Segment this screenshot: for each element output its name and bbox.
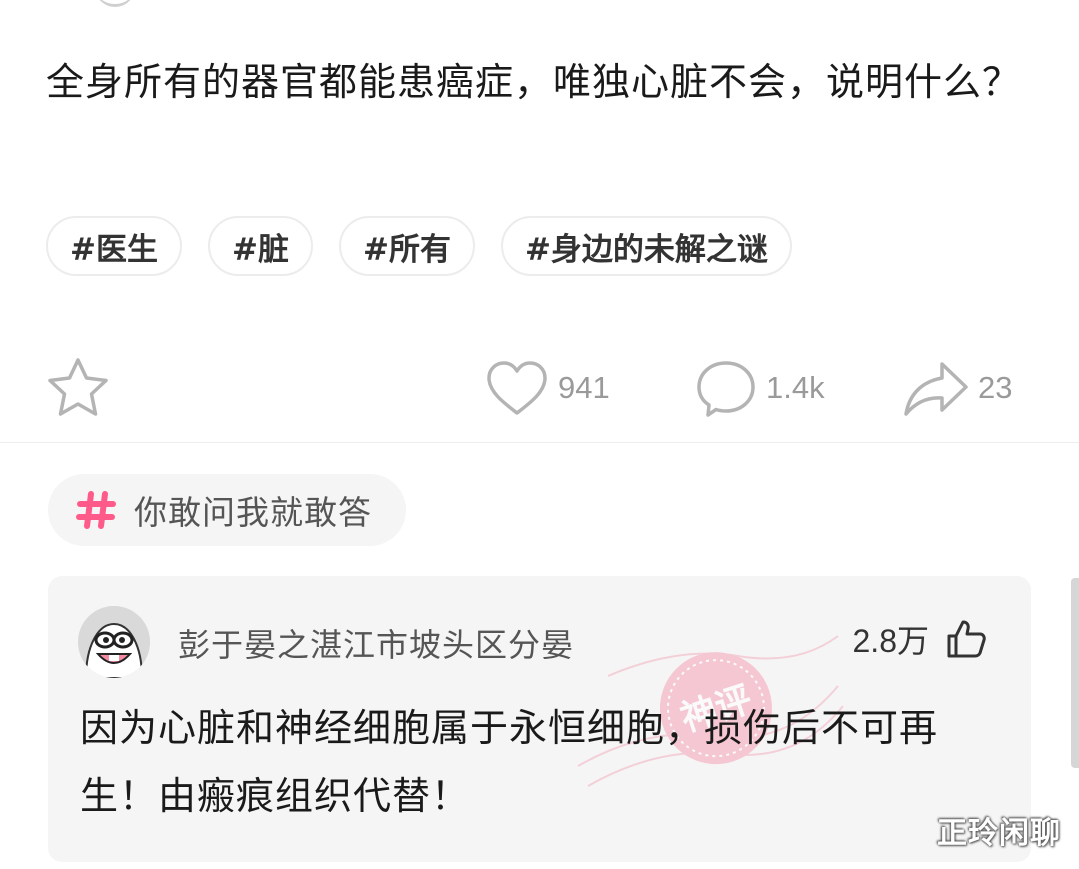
action-bar: 941 1.4k 23 bbox=[0, 352, 1079, 424]
avatar-stub bbox=[95, 0, 135, 7]
comment-icon bbox=[697, 361, 755, 417]
cartoon-face-icon bbox=[78, 606, 150, 678]
comment-button[interactable]: 1.4k bbox=[694, 352, 825, 424]
thumbs-up-icon bbox=[947, 620, 986, 658]
heart-icon bbox=[487, 361, 547, 415]
watermark-text: 正玲闲聊 bbox=[937, 816, 1061, 851]
like-count: 941 bbox=[558, 370, 610, 405]
avatar[interactable] bbox=[78, 606, 150, 678]
tag-chip[interactable]: #所有 bbox=[338, 216, 475, 276]
like-button[interactable]: 941 bbox=[484, 352, 610, 424]
topic-label: 你敢问我就敢答 bbox=[134, 493, 372, 532]
comment-username[interactable]: 彭于晏之湛江市坡头区分晏 bbox=[178, 620, 574, 666]
tag-list: #医生 #脏 #所有 #身边的未解之谜 bbox=[46, 216, 792, 276]
post-section: 全身所有的器官都能患癌症，唯独心脏不会，说明什么？ #医生 #脏 #所有 #身边… bbox=[0, 0, 1079, 442]
comment-like-count: 2.8万 bbox=[852, 623, 930, 659]
share-arrow-icon bbox=[904, 362, 968, 416]
comment-like-button[interactable]: 2.8万 bbox=[853, 616, 988, 662]
scroll-indicator[interactable] bbox=[1071, 578, 1079, 768]
hot-comment-card[interactable]: 神评 彭于晏之湛江市坡头区分晏 2.8万 因为心脏和神经细胞属于永恒细胞，损伤后… bbox=[48, 576, 1031, 862]
star-icon bbox=[48, 358, 108, 416]
section-divider bbox=[0, 442, 1079, 443]
share-count: 23 bbox=[978, 370, 1013, 405]
hash-icon bbox=[76, 491, 116, 529]
post-title[interactable]: 全身所有的器官都能患癌症，唯独心脏不会，说明什么？ bbox=[46, 42, 1046, 122]
tag-chip[interactable]: #医生 bbox=[46, 216, 182, 276]
favorite-button[interactable] bbox=[44, 352, 112, 424]
comment-count: 1.4k bbox=[766, 370, 825, 405]
tag-chip[interactable]: #身边的未解之谜 bbox=[500, 216, 792, 276]
tag-chip[interactable]: #脏 bbox=[207, 216, 313, 276]
comment-text: 因为心脏和神经细胞属于永恒细胞，损伤后不可再生！由瘢痕组织代替！ bbox=[80, 706, 939, 818]
topic-chip[interactable]: 你敢问我就敢答 bbox=[48, 474, 406, 546]
share-button[interactable]: 23 bbox=[902, 352, 1012, 424]
